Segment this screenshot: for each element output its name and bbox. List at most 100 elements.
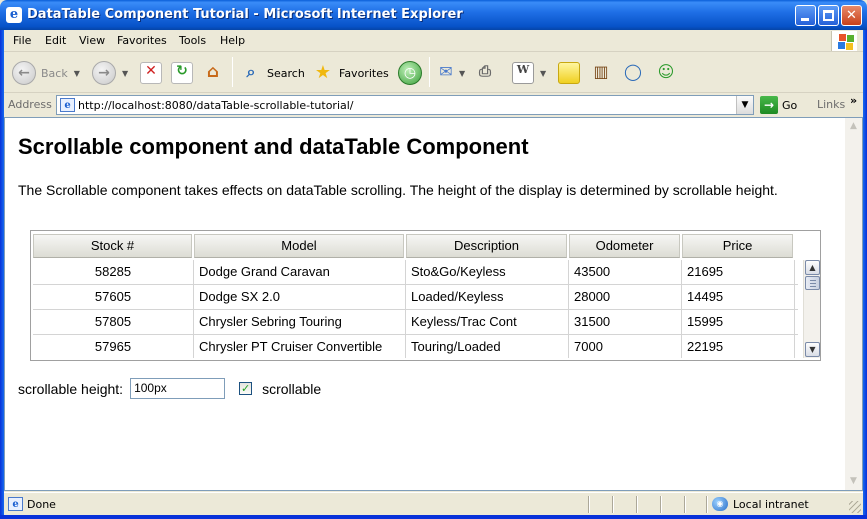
zone-label: Local intranet: [733, 497, 809, 511]
go-button[interactable]: → Go: [760, 96, 797, 114]
scroll-thumb[interactable]: [805, 276, 820, 290]
edit-dropdown-icon[interactable]: ▼: [540, 69, 546, 78]
intro-text: The Scrollable component takes effects o…: [18, 182, 778, 198]
scrollable-checkbox[interactable]: ✓: [239, 382, 253, 395]
discuss-button[interactable]: [558, 59, 580, 87]
messenger-chat-button[interactable]: ◯: [622, 59, 644, 87]
forward-dropdown-icon[interactable]: ▼: [122, 69, 128, 78]
scrollable-label[interactable]: scrollable: [262, 381, 321, 397]
edit-button[interactable]: W ▼: [512, 59, 546, 87]
cell-price: 14495: [682, 285, 795, 310]
status-separator: [612, 496, 614, 513]
cell-price: 21695: [682, 260, 795, 285]
scroll-up-icon[interactable]: ▲: [805, 260, 820, 275]
menu-help[interactable]: Help: [220, 34, 245, 47]
menu-file[interactable]: File: [13, 34, 31, 47]
ie-icon[interactable]: e: [6, 7, 22, 23]
column-header-stock[interactable]: Stock #: [33, 234, 192, 258]
close-button[interactable]: ✕: [841, 5, 862, 26]
column-header-model[interactable]: Model: [194, 234, 404, 258]
status-text: Done: [27, 498, 56, 511]
resize-grip-icon[interactable]: [849, 501, 861, 513]
page-icon: e: [60, 98, 75, 112]
research-button[interactable]: ▥: [590, 59, 612, 87]
data-table: Stock # Model Description Odometer Price…: [30, 230, 821, 361]
maximize-button[interactable]: [818, 5, 839, 26]
column-header-description[interactable]: Description: [406, 234, 567, 258]
mail-dropdown-icon[interactable]: ▼: [459, 69, 465, 78]
address-bar: Address e http://localhost:8080/dataTabl…: [4, 93, 863, 117]
messenger-button[interactable]: ☺: [655, 59, 677, 87]
menu-favorites[interactable]: Favorites: [117, 34, 167, 47]
table-row[interactable]: 57805 Chrysler Sebring Touring Keyless/T…: [33, 310, 798, 335]
toolbar-separator: [429, 57, 430, 87]
cell-description: Sto&Go/Keyless: [406, 260, 569, 285]
cell-odometer: 31500: [569, 310, 682, 335]
print-button[interactable]: ⎙: [474, 59, 496, 87]
page-viewport: Scrollable component and dataTable Compo…: [4, 117, 863, 491]
cell-description: Keyless/Trac Cont: [406, 310, 569, 335]
scroll-down-icon[interactable]: ▼: [805, 342, 820, 357]
chat-bubble-icon: ◯: [624, 62, 642, 81]
cell-odometer: 43500: [569, 260, 682, 285]
cell-stock: 57965: [33, 335, 194, 358]
favorites-label: Favorites: [339, 66, 389, 80]
minimize-button[interactable]: [795, 5, 816, 26]
address-dropdown-icon[interactable]: ▼: [736, 96, 753, 114]
refresh-button[interactable]: ↻: [171, 59, 193, 87]
mail-icon: ✉: [439, 62, 453, 81]
links-button[interactable]: Links: [817, 98, 845, 111]
forward-arrow-icon: →: [92, 61, 116, 85]
table-row[interactable]: 57965 Chrysler PT Cruiser Convertible To…: [33, 335, 798, 358]
window-title: DataTable Component Tutorial - Microsoft…: [27, 7, 463, 22]
toolbar-separator: [232, 57, 233, 87]
cell-odometer: 7000: [569, 335, 682, 358]
back-button[interactable]: ← Back ▼: [12, 59, 80, 87]
status-separator: [706, 496, 708, 513]
messenger-icon: ☺: [657, 62, 675, 81]
address-input[interactable]: e http://localhost:8080/dataTable-scroll…: [56, 95, 754, 115]
window-frame-bottom: [0, 515, 867, 519]
forward-button[interactable]: → ▼: [92, 59, 128, 87]
status-separator: [684, 496, 686, 513]
cell-stock: 58285: [33, 260, 194, 285]
menu-tools[interactable]: Tools: [179, 34, 206, 47]
minimize-icon: [801, 18, 809, 21]
refresh-icon: ↻: [171, 62, 193, 84]
cell-price: 22195: [682, 335, 795, 358]
table-header: Stock # Model Description Odometer Price: [33, 234, 795, 258]
table-row[interactable]: 57605 Dodge SX 2.0 Loaded/Keyless 28000 …: [33, 285, 798, 310]
cell-model: Chrysler Sebring Touring: [194, 310, 406, 335]
home-button[interactable]: ⌂: [202, 59, 224, 87]
scroll-controls: scrollable height: 100px ✓ scrollable: [18, 378, 321, 399]
column-header-price[interactable]: Price: [682, 234, 793, 258]
page-title: Scrollable component and dataTable Compo…: [18, 134, 529, 159]
page-scroll-up-icon[interactable]: ▲: [845, 118, 862, 135]
page-scrollbar[interactable]: ▲ ▼: [845, 118, 862, 490]
cell-model: Chrysler PT Cruiser Convertible: [194, 335, 406, 358]
url-text[interactable]: http://localhost:8080/dataTable-scrollab…: [78, 99, 354, 112]
security-zone[interactable]: ◉ Local intranet: [712, 497, 809, 511]
history-button[interactable]: ◷: [398, 59, 422, 87]
table-row[interactable]: 58285 Dodge Grand Caravan Sto&Go/Keyless…: [33, 260, 798, 285]
table-body[interactable]: 58285 Dodge Grand Caravan Sto&Go/Keyless…: [33, 260, 798, 358]
search-button[interactable]: ⌕ Search: [240, 59, 305, 87]
table-scrollbar[interactable]: ▲ ▼: [803, 260, 820, 358]
column-header-odometer[interactable]: Odometer: [569, 234, 680, 258]
status-bar: e Done ◉ Local intranet: [4, 492, 863, 515]
height-input[interactable]: 100px: [130, 378, 226, 399]
home-icon: ⌂: [206, 62, 220, 82]
menu-view[interactable]: View: [79, 34, 105, 47]
stop-button[interactable]: ✕: [140, 59, 162, 87]
links-chevron-icon[interactable]: »: [850, 94, 857, 107]
favorites-button[interactable]: ★ Favorites: [312, 59, 389, 87]
menu-edit[interactable]: Edit: [45, 34, 66, 47]
word-icon: W: [512, 62, 534, 84]
address-label: Address: [8, 98, 52, 111]
research-icon: ▥: [593, 62, 609, 81]
page-scroll-down-icon[interactable]: ▼: [845, 473, 862, 490]
mail-button[interactable]: ✉ ▼: [435, 59, 465, 87]
back-dropdown-icon[interactable]: ▼: [74, 69, 80, 78]
menu-bar: File Edit View Favorites Tools Help: [4, 30, 863, 52]
title-bar: e DataTable Component Tutorial - Microso…: [0, 0, 867, 30]
